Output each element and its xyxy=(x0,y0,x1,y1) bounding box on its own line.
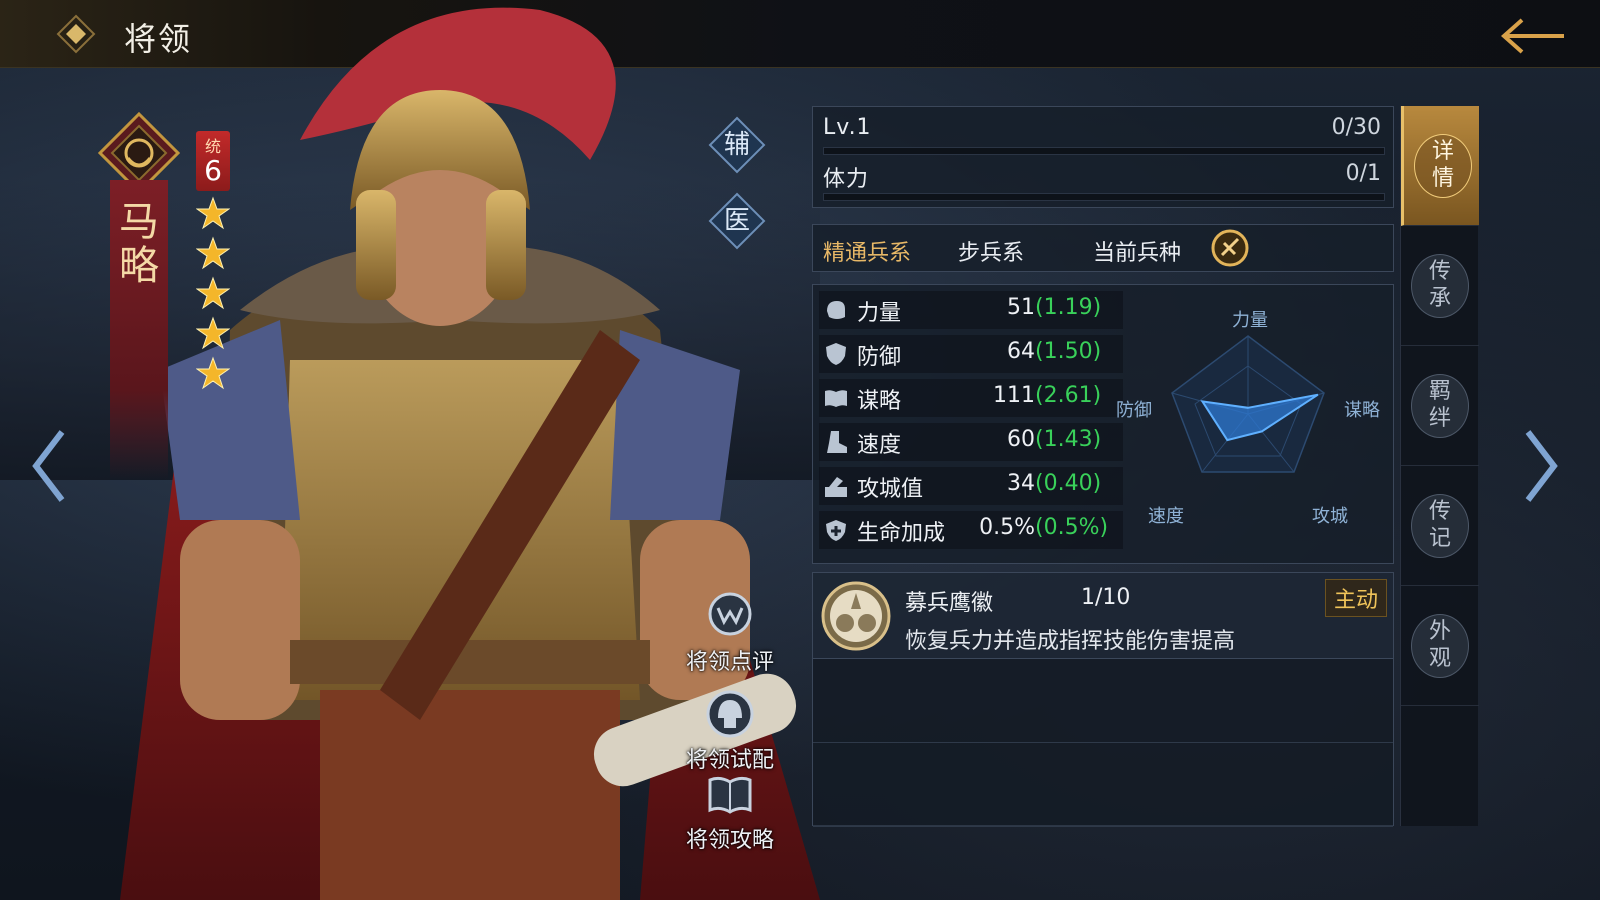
tab-details[interactable]: 详 情 xyxy=(1401,106,1479,226)
tab-biography[interactable]: 传 记 xyxy=(1401,466,1479,586)
stat-name: 力量 xyxy=(857,301,902,326)
stamina-row: 体力 0/1 xyxy=(823,161,1385,201)
tab-label: 羁 绊 xyxy=(1428,379,1451,431)
exp-bar xyxy=(823,147,1385,155)
tab-label: 传 记 xyxy=(1428,499,1451,551)
stamina-bar xyxy=(823,193,1385,201)
tab-inherit[interactable]: 传 承 xyxy=(1401,226,1479,346)
stat-growth: (1.50) xyxy=(1035,339,1102,364)
general-review-label: 将领点评 xyxy=(685,650,774,675)
stat-name: 防御 xyxy=(857,345,902,370)
stamina-label: 体力 xyxy=(823,167,870,192)
radar-label-siege: 攻城 xyxy=(1312,506,1348,527)
stat-value: 51 xyxy=(1007,295,1035,320)
fist-icon xyxy=(827,301,845,319)
skill-type-badge: 主动 xyxy=(1324,579,1387,617)
boot-icon xyxy=(827,431,847,453)
tab-label: 外 观 xyxy=(1428,619,1451,671)
stat-name: 速度 xyxy=(857,433,902,458)
book-icon xyxy=(825,390,847,407)
radar-label-strategy: 谋略 xyxy=(1344,400,1380,421)
tab-bonds[interactable]: 羁 绊 xyxy=(1401,346,1479,466)
troop-mastery-label: 精通兵系 xyxy=(823,241,912,266)
star-icon xyxy=(196,276,230,310)
stat-row-strategy: 谋略 111 (2.61) xyxy=(819,379,1123,417)
stat-name: 生命加成 xyxy=(857,521,946,546)
stat-growth: (1.43) xyxy=(1035,427,1102,452)
general-review-button[interactable]: 将领点评 xyxy=(670,590,790,676)
stat-row-defense: 防御 64 (1.50) xyxy=(819,335,1123,373)
star-icon xyxy=(196,236,230,270)
stat-name: 谋略 xyxy=(857,389,902,414)
general-trial-button[interactable]: 将领试配 xyxy=(670,688,790,774)
tab-label: 传 承 xyxy=(1428,259,1451,311)
empty-skill-slot[interactable] xyxy=(813,659,1393,743)
star-rating xyxy=(196,196,232,396)
radar-label-speed: 速度 xyxy=(1148,506,1184,527)
stat-value: 0.5% xyxy=(979,515,1035,540)
prev-general-arrow-icon[interactable] xyxy=(30,428,70,504)
radar-label-defense: 防御 xyxy=(1116,400,1152,421)
eagle-standard-skill-icon xyxy=(821,581,891,651)
book-icon xyxy=(708,776,752,814)
tab-label: 详 情 xyxy=(1431,139,1454,191)
diamond-emblem-icon xyxy=(56,14,96,54)
skill-description: 恢复兵力并造成指挥技能伤害提高 xyxy=(905,629,1236,654)
stat-value: 34 xyxy=(1007,471,1035,496)
stat-value: 64 xyxy=(1007,339,1035,364)
health-icon xyxy=(826,520,846,541)
stat-name: 攻城值 xyxy=(857,477,924,502)
radar-label-strength: 力量 xyxy=(1232,310,1268,331)
stamina-value: 0/1 xyxy=(1345,161,1381,186)
stat-growth: (1.19) xyxy=(1035,295,1102,320)
level-row: Lv.1 0/30 xyxy=(823,115,1385,155)
stat-row-siege: 攻城值 34 (0.40) xyxy=(819,467,1123,505)
right-tab-bar: 详 情 传 承 羁 绊 传 记 外 观 xyxy=(1400,106,1479,826)
shield-icon xyxy=(826,343,846,365)
stat-growth: (0.40) xyxy=(1035,471,1102,496)
general-name: 马略 xyxy=(119,199,159,289)
role-medic-label: 医 xyxy=(723,206,750,236)
troop-panel: 精通兵系 步兵系 当前兵种 xyxy=(812,224,1394,272)
level-label: Lv.1 xyxy=(823,115,872,140)
level-panel: Lv.1 0/30 体力 0/1 xyxy=(812,106,1394,208)
role-support-label: 辅 xyxy=(723,130,750,160)
next-general-arrow-icon[interactable] xyxy=(1520,428,1560,504)
stat-growth: (0.5%) xyxy=(1035,515,1109,540)
general-guide-button[interactable]: 将领攻略 xyxy=(670,768,790,854)
skill-row[interactable]: 募兵鹰徽 1/10 恢复兵力并造成指挥技能伤害提高 主动 xyxy=(813,573,1393,659)
stat-row-strength: 力量 51 (1.19) xyxy=(819,291,1123,329)
stat-growth: (2.61) xyxy=(1035,383,1102,408)
back-arrow-icon[interactable] xyxy=(1492,14,1572,58)
comment-icon xyxy=(708,592,752,636)
stat-row-health: 生命加成 0.5% (0.5%) xyxy=(819,511,1123,549)
attribute-radar: 力量 谋略 攻城 速度 防御 xyxy=(1108,296,1398,546)
troop-mastery-value: 步兵系 xyxy=(958,241,1025,266)
star-icon xyxy=(196,196,230,230)
exp-value: 0/30 xyxy=(1331,115,1381,140)
tab-appearance[interactable]: 外 观 xyxy=(1401,586,1479,706)
current-troop-label: 当前兵种 xyxy=(1093,241,1182,266)
empty-skill-slot[interactable] xyxy=(813,743,1393,827)
role-badge-support: 辅 xyxy=(708,116,766,174)
stat-row-speed: 速度 60 (1.43) xyxy=(819,423,1123,461)
siege-icon xyxy=(825,477,847,497)
stat-value: 111 xyxy=(993,383,1035,408)
stat-value: 60 xyxy=(1007,427,1035,452)
infantry-troop-icon[interactable] xyxy=(1211,229,1249,267)
command-tag: 统 6 xyxy=(196,131,230,191)
star-icon xyxy=(196,356,230,390)
general-guide-label: 将领攻略 xyxy=(685,828,774,853)
role-badge-medic: 医 xyxy=(708,192,766,250)
skill-name: 募兵鹰徽 xyxy=(905,591,994,616)
skill-level: 1/10 xyxy=(1081,585,1131,610)
command-value: 6 xyxy=(204,154,222,187)
helmet-icon xyxy=(706,690,754,738)
star-icon xyxy=(196,316,230,350)
skill-panel: 募兵鹰徽 1/10 恢复兵力并造成指挥技能伤害提高 主动 xyxy=(812,572,1394,827)
